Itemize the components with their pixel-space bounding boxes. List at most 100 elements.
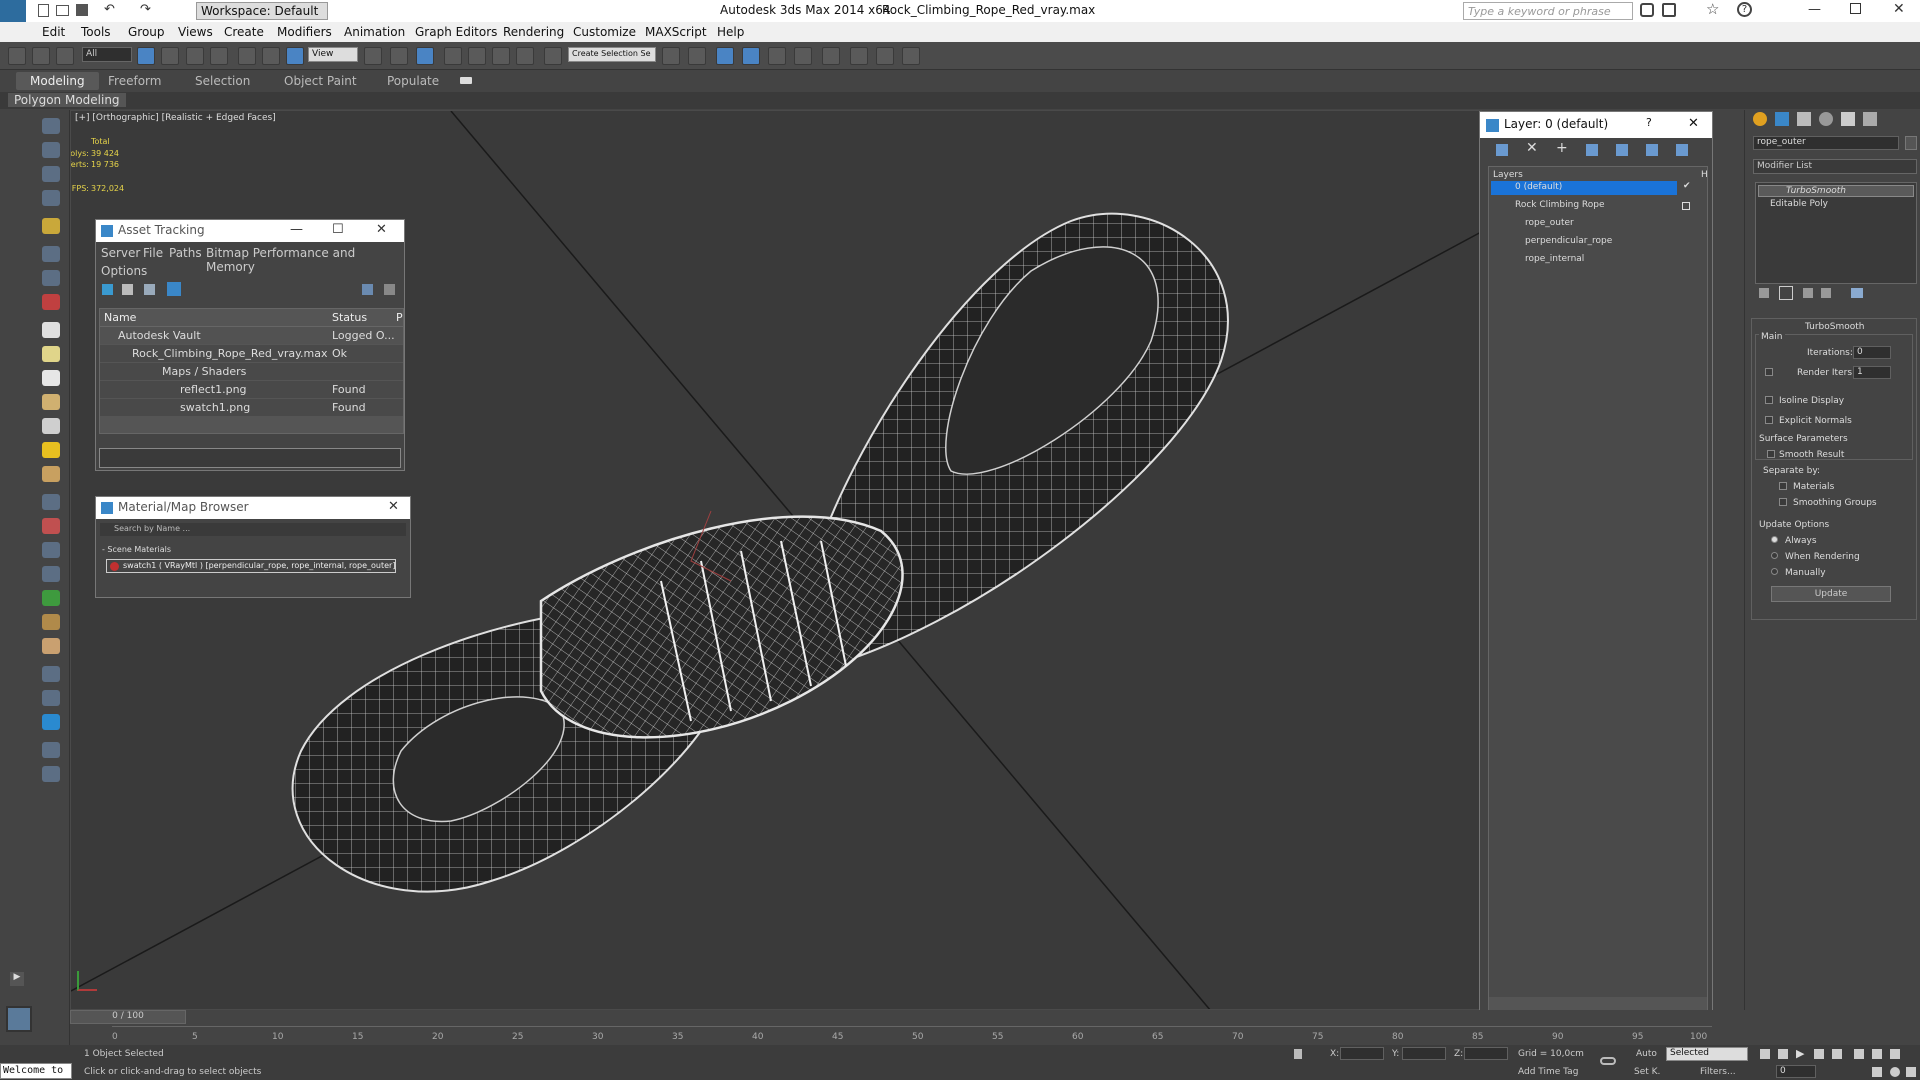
time-slider[interactable]: 0 / 100	[70, 1010, 186, 1024]
asset-menu-paths[interactable]: Paths	[169, 246, 202, 260]
smoothing-groups-checkbox[interactable]	[1779, 498, 1787, 506]
edit-named-selection-icon[interactable]	[544, 47, 562, 65]
zoom-icon[interactable]	[1854, 1049, 1864, 1059]
display-tab-icon[interactable]	[1841, 112, 1855, 126]
delete-layer-icon[interactable]: ✕	[1526, 140, 1538, 156]
select-by-name-icon[interactable]	[161, 47, 179, 65]
menu-rendering[interactable]: Rendering	[503, 25, 564, 39]
material-editor-icon[interactable]	[822, 47, 840, 65]
tab-freeform[interactable]: Freeform	[108, 74, 161, 88]
object-name-field[interactable]: rope_outer	[1753, 136, 1899, 150]
object-color-swatch[interactable]	[1905, 136, 1917, 150]
asset-minimize-button[interactable]: —	[290, 222, 303, 237]
play-icon[interactable]: ▶	[1796, 1047, 1804, 1060]
object-perpendicular-rope[interactable]: perpendicular_rope	[1525, 236, 1612, 246]
menu-modifiers[interactable]: Modifiers	[277, 25, 332, 39]
workspace-dropdown[interactable]: Workspace: Default ▾	[196, 2, 328, 32]
explorer-icon[interactable]	[42, 142, 60, 158]
asset-menu-server[interactable]: Server	[101, 246, 140, 260]
key-filter-dropdown[interactable]: Selected	[1666, 1047, 1748, 1061]
window-crossing-icon[interactable]	[210, 47, 228, 65]
set-current-layer-box[interactable]	[1682, 202, 1690, 210]
pivot-center-icon[interactable]	[364, 47, 382, 65]
layer-rock-climbing-rope[interactable]: Rock Climbing Rope	[1515, 200, 1605, 210]
smooth-result-checkbox[interactable]	[1767, 450, 1775, 458]
spinner-snap-icon[interactable]	[516, 47, 534, 65]
scale-icon[interactable]	[286, 47, 304, 65]
scene-materials-header[interactable]: - Scene Materials	[102, 545, 171, 554]
asset-pin-icon[interactable]	[384, 284, 395, 295]
figure-icon[interactable]	[42, 638, 60, 654]
col-status[interactable]: Status	[332, 311, 367, 324]
cone-icon[interactable]	[42, 418, 60, 434]
show-end-result-icon[interactable]	[1779, 286, 1793, 300]
z-coordinate-field[interactable]	[1464, 1047, 1508, 1060]
rollout-title[interactable]: TurboSmooth	[1805, 322, 1864, 332]
percent-snap-icon[interactable]	[492, 47, 510, 65]
make-unique-icon[interactable]	[1803, 288, 1813, 298]
curve-editor-icon[interactable]	[768, 47, 786, 65]
asset-menu-options[interactable]: Options	[101, 264, 147, 278]
table-icon[interactable]	[42, 166, 60, 182]
menu-create[interactable]: Create	[224, 25, 264, 39]
object-rope-internal[interactable]: rope_internal	[1525, 254, 1584, 264]
menu-tools[interactable]: Tools	[81, 25, 111, 39]
key-icon[interactable]	[1600, 1057, 1616, 1065]
sphere-icon[interactable]	[42, 346, 60, 362]
motion-tab-icon[interactable]	[1819, 112, 1833, 126]
tools-icon[interactable]	[1662, 3, 1676, 17]
render-icon[interactable]	[42, 714, 60, 730]
create-tab-icon[interactable]	[1753, 112, 1767, 126]
menu-maxscript[interactable]: MAXScript	[645, 25, 707, 39]
manually-radio[interactable]	[1771, 568, 1778, 575]
menu-graph-editors[interactable]: Graph Editors	[415, 25, 497, 39]
app-logo[interactable]	[0, 0, 26, 22]
menu-group[interactable]: Group	[128, 25, 165, 39]
sun-icon[interactable]	[42, 442, 60, 458]
table-row[interactable]: Autodesk Vault Logged O...	[100, 327, 403, 345]
rectangular-selection-icon[interactable]	[186, 47, 204, 65]
cylinder-icon[interactable]	[42, 370, 60, 386]
configure-sets-icon[interactable]	[1851, 288, 1863, 298]
select-objects-icon[interactable]	[1586, 144, 1598, 156]
container-tool-icon[interactable]	[42, 118, 60, 134]
rope-model[interactable]	[291, 212, 1229, 893]
material-search-input[interactable]: Search by Name ...	[100, 523, 406, 536]
star-icon[interactable]: ☆	[1706, 0, 1719, 18]
camera-icon[interactable]	[42, 294, 60, 310]
create-layer-icon[interactable]	[1496, 144, 1508, 156]
asset-horizontal-scrollbar[interactable]	[100, 417, 403, 433]
mirror-icon[interactable]	[662, 47, 680, 65]
sphere-tool-icon[interactable]	[42, 270, 60, 286]
redo-icon[interactable]: ↷	[140, 2, 151, 17]
update-button[interactable]: Update	[1771, 586, 1891, 602]
table-row[interactable]: Rock_Climbing_Rope_Red_vray.max Ok	[100, 345, 403, 363]
rendered-frame-window-icon[interactable]	[876, 47, 894, 65]
auto-key-button[interactable]: Auto	[1636, 1049, 1657, 1059]
modify-tab-icon[interactable]	[1775, 112, 1789, 126]
x-coordinate-field[interactable]	[1340, 1047, 1384, 1060]
set-key-button[interactable]: Set K.	[1634, 1067, 1660, 1077]
light-icon[interactable]	[42, 218, 60, 234]
asset-detail-icon[interactable]	[144, 284, 155, 295]
render-iters-spinner[interactable]: 1	[1853, 366, 1891, 379]
freeze-all-layers-icon[interactable]	[1676, 144, 1688, 156]
move-icon[interactable]	[238, 47, 256, 65]
menu-views[interactable]: Views	[178, 25, 213, 39]
asset-menu-bitmap[interactable]: Bitmap Performance and Memory	[206, 246, 404, 274]
modifier-list-dropdown[interactable]: Modifier List	[1753, 159, 1917, 174]
table-row[interactable]: reflect1.png Found	[100, 381, 403, 399]
reference-coordinate-dropdown[interactable]: View	[308, 47, 358, 62]
layer-horizontal-scrollbar[interactable]	[1489, 997, 1707, 1011]
previous-frame-icon[interactable]	[1778, 1049, 1788, 1059]
asset-menu-file[interactable]: File	[143, 246, 163, 260]
stack-editable-poly-label[interactable]: Editable Poly	[1770, 199, 1828, 209]
unlink-icon[interactable]	[32, 47, 50, 65]
particle-icon[interactable]	[42, 518, 60, 534]
layer-close-button[interactable]: ✕	[1688, 116, 1699, 131]
rotate-icon[interactable]	[262, 47, 280, 65]
ribbon-options-icon[interactable]	[460, 77, 472, 84]
globe-icon[interactable]	[42, 666, 60, 682]
keyboard-shortcut-override-icon[interactable]	[416, 47, 434, 65]
material-item[interactable]: swatch1 ( VRayMtl ) [perpendicular_rope,…	[106, 559, 396, 573]
